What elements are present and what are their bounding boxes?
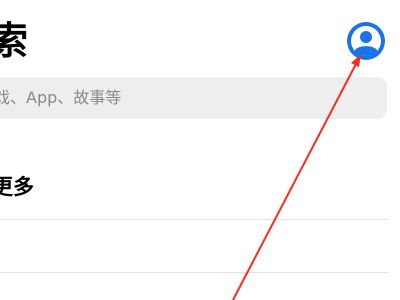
page-title: 索 [0,19,29,63]
section-title: 更多 [0,175,34,199]
account-button[interactable] [345,20,387,62]
person-circle-icon [347,22,385,60]
search-placeholder: 戏、App、故事等 [0,88,122,107]
search-field[interactable]: 戏、App、故事等 [0,77,387,119]
divider [0,219,388,220]
annotation-arrow [232,54,361,300]
divider [0,272,388,273]
